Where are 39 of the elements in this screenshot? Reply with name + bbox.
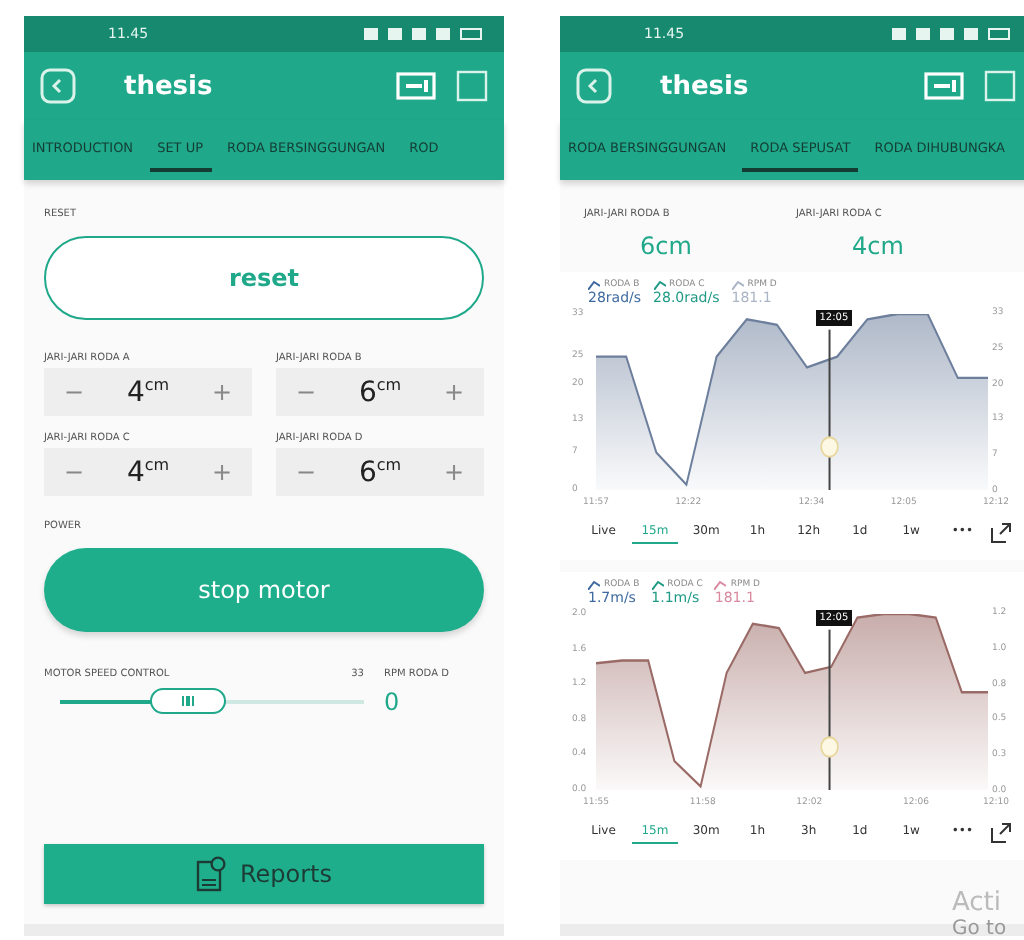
- app-title: thesis: [124, 71, 213, 101]
- minus-button[interactable]: −: [288, 378, 325, 406]
- status-icons-drawing: [364, 26, 484, 42]
- value-display: 4cm: [850, 232, 906, 260]
- plus-button[interactable]: +: [435, 458, 472, 486]
- speed-slider[interactable]: [60, 688, 364, 714]
- square-icon[interactable]: [456, 70, 488, 102]
- plus-button[interactable]: +: [203, 378, 240, 406]
- expand-icon[interactable]: [990, 521, 1012, 543]
- stepper-value: 4$^{cm}$: [126, 455, 170, 489]
- os-overlay-text: Go to: [952, 918, 1007, 940]
- power-button[interactable]: stop motor: [44, 548, 484, 632]
- minus-button[interactable]: −: [56, 458, 93, 486]
- cursor-line[interactable]: [828, 629, 831, 790]
- display-icon[interactable]: [924, 72, 964, 100]
- status-icons-drawing: [892, 26, 1012, 42]
- cursor-line[interactable]: [828, 329, 831, 490]
- value-display: 6cm: [638, 232, 694, 260]
- plus-button[interactable]: +: [203, 458, 240, 486]
- square-icon[interactable]: [984, 70, 1016, 102]
- stepper-value: 6$^{cm}$: [358, 455, 402, 489]
- plus-button[interactable]: +: [435, 378, 472, 406]
- minus-button[interactable]: −: [56, 378, 93, 406]
- display-icon[interactable]: [396, 72, 436, 100]
- app-title: thesis: [660, 71, 749, 101]
- minus-button[interactable]: −: [288, 458, 325, 486]
- cursor-handle[interactable]: [820, 736, 839, 758]
- slider-thumb[interactable]: [149, 688, 226, 714]
- os-overlay-text: Acti: [952, 888, 1002, 918]
- reset-button[interactable]: reset: [44, 236, 484, 320]
- rpm-value: 0: [384, 688, 402, 716]
- report-icon: [195, 856, 228, 892]
- stepper-value: 6$^{cm}$: [358, 375, 402, 409]
- back-icon[interactable]: [576, 68, 612, 104]
- cursor-handle[interactable]: [820, 436, 839, 458]
- stepper-value: 4$^{cm}$: [126, 375, 170, 409]
- back-icon[interactable]: [40, 68, 76, 104]
- expand-icon[interactable]: [990, 821, 1012, 843]
- reports-button[interactable]: Reports: [44, 844, 484, 904]
